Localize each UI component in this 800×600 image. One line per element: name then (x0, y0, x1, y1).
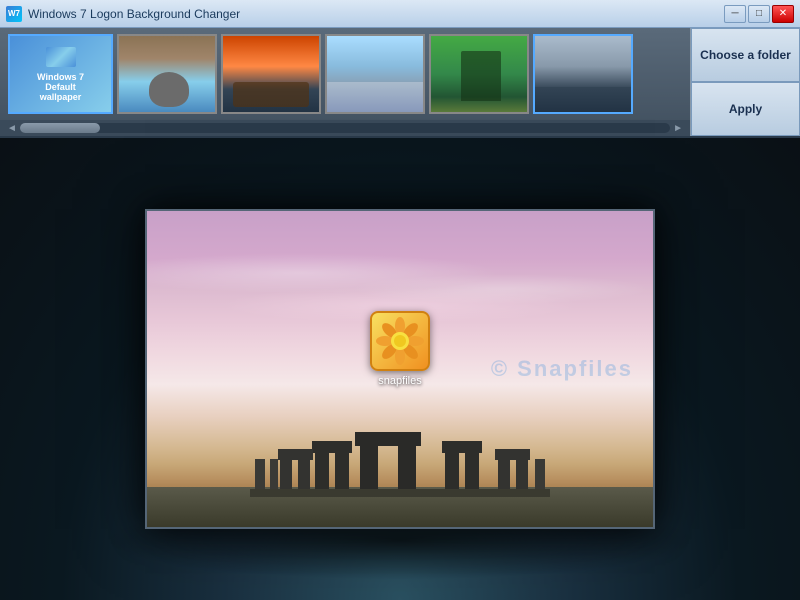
flower-icon (375, 316, 425, 366)
scroll-left-arrow[interactable]: ◄ (4, 123, 20, 134)
stonehenge-silhouette (250, 417, 550, 497)
thumbnail-coastline[interactable] (533, 34, 633, 114)
close-button[interactable]: ✕ (772, 5, 794, 23)
scroll-right-arrow[interactable]: ► (670, 123, 686, 134)
thumbnails-strip: Windows 7Defaultwallpaper (0, 28, 690, 120)
preview-window: snapfiles © Snapfiles (145, 209, 655, 529)
maximize-button[interactable]: □ (748, 5, 770, 23)
main-window: Windows 7Defaultwallpaper (0, 28, 800, 600)
scrollbar-thumb[interactable] (20, 123, 100, 133)
user-label: snapfiles (378, 375, 421, 387)
apply-button[interactable]: Apply (691, 82, 800, 136)
thumbnail-icy-lake[interactable] (325, 34, 425, 114)
user-icon (370, 311, 430, 371)
titlebar: W7 Windows 7 Logon Background Changer ─ … (0, 0, 800, 28)
window-title: Windows 7 Logon Background Changer (28, 7, 724, 21)
top-bar: Windows 7Defaultwallpaper (0, 28, 800, 138)
right-buttons-panel: Choose a folder Apply Settings (690, 28, 800, 136)
default-thumb-icon (46, 47, 76, 67)
thumbnail-elephant[interactable] (117, 34, 217, 114)
scrollbar-container: ◄ ► (0, 120, 690, 136)
default-thumb-label: Windows 7Defaultwallpaper (33, 72, 88, 102)
user-icon-container: snapfiles (370, 311, 430, 387)
thumbnail-green[interactable] (429, 34, 529, 114)
minimize-button[interactable]: ─ (724, 5, 746, 23)
thumbnail-default[interactable]: Windows 7Defaultwallpaper (8, 34, 113, 114)
app-icon: W7 (6, 6, 22, 22)
thumbnail-desert[interactable] (221, 34, 321, 114)
window-controls: ─ □ ✕ (724, 5, 794, 23)
choose-folder-button[interactable]: Choose a folder (691, 28, 800, 82)
preview-area: snapfiles © Snapfiles (0, 138, 800, 600)
scrollbar-track[interactable] (20, 123, 670, 133)
thumbnails-container: Windows 7Defaultwallpaper (0, 28, 690, 136)
